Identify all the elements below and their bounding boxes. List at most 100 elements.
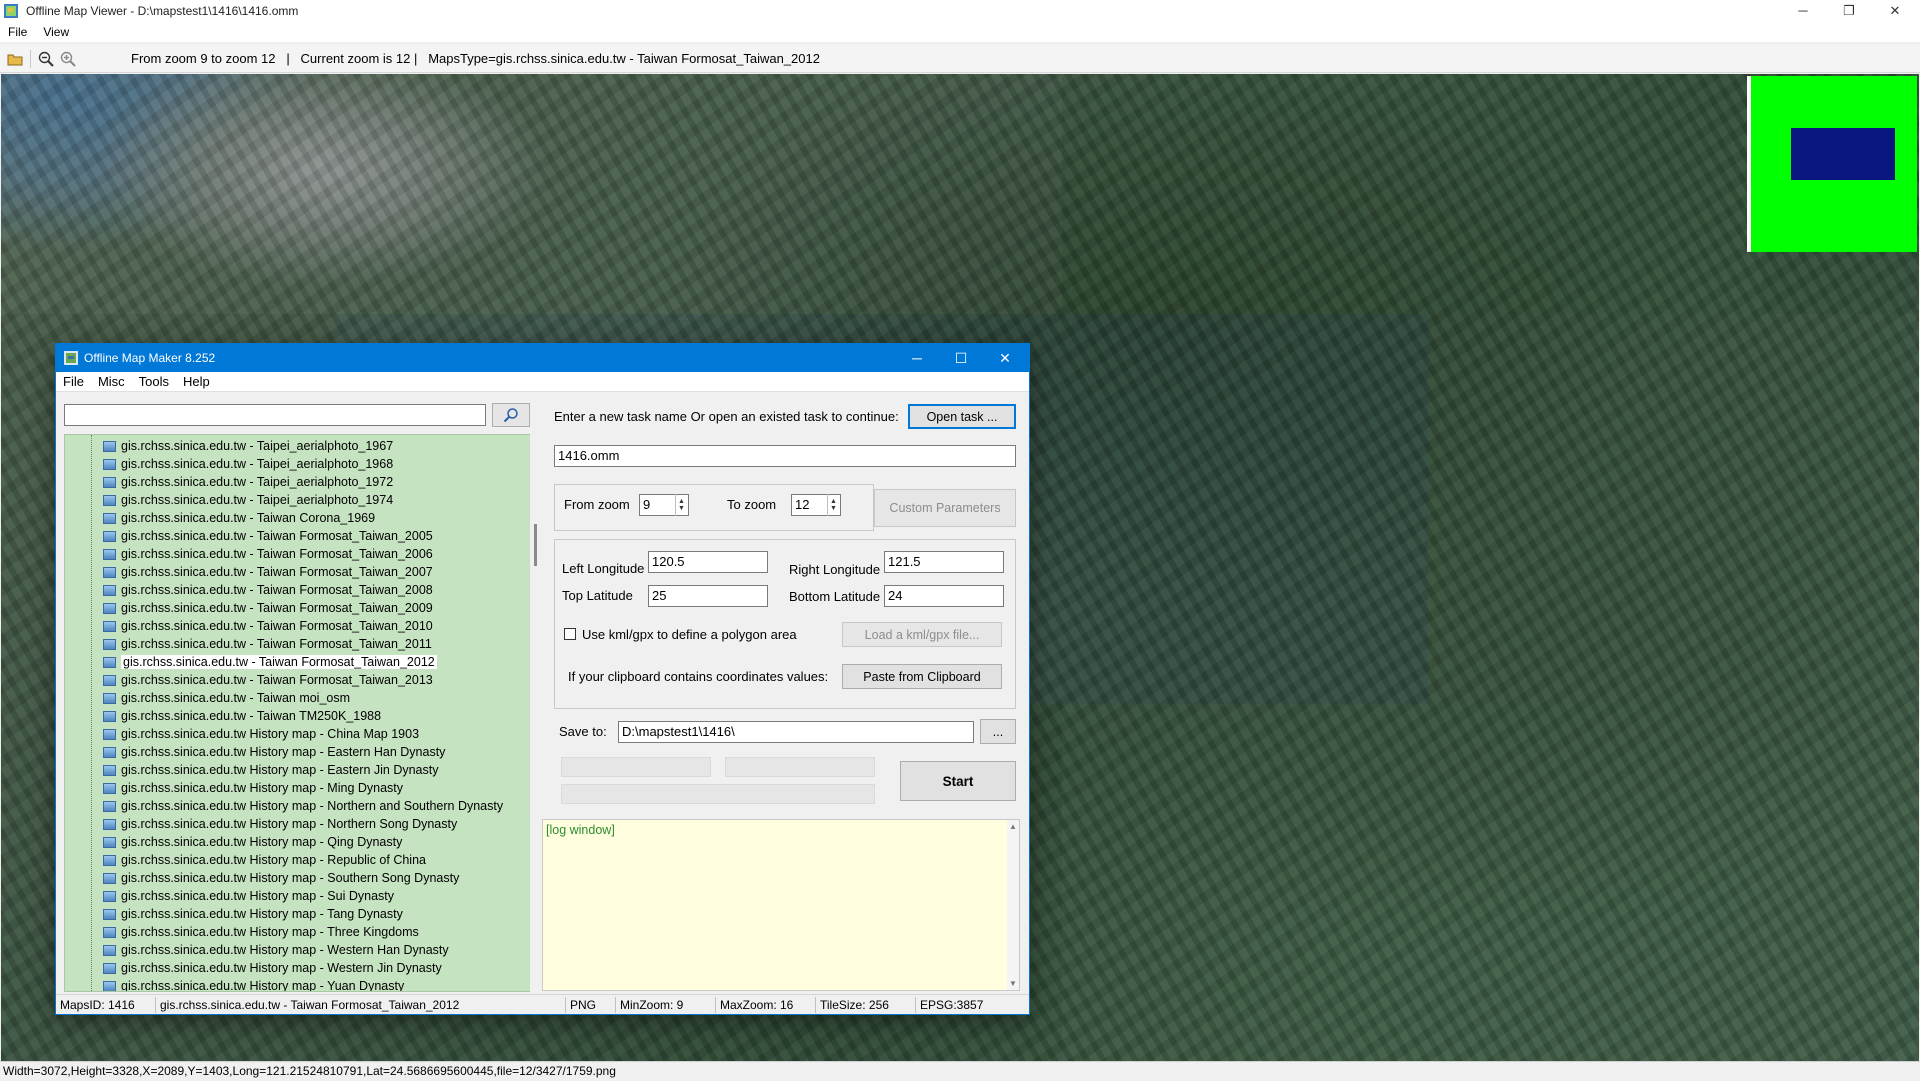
task-name-field[interactable]: 1416.omm [554,445,1016,467]
tree-item[interactable]: gis.rchss.sinica.edu.tw History map - Ea… [103,743,445,761]
restore-button[interactable]: ❐ [1826,0,1872,22]
left-longitude-field[interactable]: 120.5 [648,551,768,573]
left-longitude-label: Left Longitude [562,561,645,576]
tree-item[interactable]: gis.rchss.sinica.edu.tw - Taiwan Corona_… [103,509,375,527]
status-max-zoom: MaxZoom: 16 [716,996,816,1013]
right-longitude-field[interactable]: 121.5 [884,551,1004,573]
map-layer-icon [103,728,116,740]
map-layer-icon [103,962,116,974]
open-task-button[interactable]: Open task ... [908,404,1016,429]
map-search-input[interactable] [64,404,486,426]
start-button[interactable]: Start [900,761,1016,801]
map-layer-icon [103,458,116,470]
status-min-zoom: MinZoom: 9 [616,996,716,1013]
menu-file[interactable]: File [0,25,35,39]
zoom-out-icon[interactable] [35,48,57,70]
overall-progress-bar [561,784,875,804]
close-button[interactable]: ✕ [1872,0,1918,22]
tree-item[interactable]: gis.rchss.sinica.edu.tw History map - Yu… [103,977,405,992]
dialog-menu-file[interactable]: File [56,374,91,389]
tree-item[interactable]: gis.rchss.sinica.edu.tw History map - Re… [103,851,426,869]
tree-item[interactable]: gis.rchss.sinica.edu.tw History map - No… [103,797,503,815]
tree-item[interactable]: gis.rchss.sinica.edu.tw - Taiwan TM250K_… [103,707,381,725]
tree-item[interactable]: gis.rchss.sinica.edu.tw - Taiwan Formosa… [103,545,433,563]
tree-item[interactable]: gis.rchss.sinica.edu.tw - Taiwan Formosa… [103,527,433,545]
tree-item-label: gis.rchss.sinica.edu.tw - Taipei_aerialp… [121,439,394,453]
tree-scrollbar[interactable] [530,434,542,992]
overview-minimap[interactable] [1747,76,1917,252]
task-prompt-label: Enter a new task name Or open an existed… [554,409,899,424]
tree-item[interactable]: gis.rchss.sinica.edu.tw History map - Ta… [103,905,403,923]
viewer-window-title: Offline Map Viewer - D:\mapstest1\1416\1… [26,4,299,18]
kml-polygon-checkbox[interactable] [564,628,576,640]
dialog-minimize-button[interactable]: ─ [895,344,939,372]
tree-item[interactable]: gis.rchss.sinica.edu.tw - Taiwan Formosa… [103,581,433,599]
tree-item[interactable]: gis.rchss.sinica.edu.tw - Taipei_aerialp… [103,437,393,455]
tree-item[interactable]: gis.rchss.sinica.edu.tw - Taiwan Formosa… [103,599,433,617]
dialog-menu-tools[interactable]: Tools [132,374,176,389]
tree-item[interactable]: gis.rchss.sinica.edu.tw History map - So… [103,869,459,887]
tree-item-label: gis.rchss.sinica.edu.tw History map - We… [121,943,449,957]
to-zoom-spin-arrows[interactable]: ▲ ▼ [827,494,839,516]
dialog-close-button[interactable]: ✕ [983,344,1027,372]
browse-folder-button[interactable]: ... [980,719,1016,744]
search-button[interactable] [492,403,530,427]
dialog-menu-misc[interactable]: Misc [91,374,132,389]
bottom-latitude-field[interactable]: 24 [884,585,1004,607]
tree-item[interactable]: gis.rchss.sinica.edu.tw - Taipei_aerialp… [103,491,393,509]
tree-item-label: gis.rchss.sinica.edu.tw History map - Th… [121,925,419,939]
load-kml-button[interactable]: Load a kml/gpx file... [842,622,1002,647]
tree-item[interactable]: gis.rchss.sinica.edu.tw History map - Ch… [103,725,419,743]
tree-item[interactable]: gis.rchss.sinica.edu.tw History map - We… [103,941,449,959]
tree-item[interactable]: gis.rchss.sinica.edu.tw History map - Ea… [103,761,438,779]
bottom-latitude-label: Bottom Latitude [789,589,881,604]
map-layer-icon [103,638,116,650]
tree-item[interactable]: gis.rchss.sinica.edu.tw - Taiwan moi_osm [103,689,350,707]
open-folder-icon[interactable] [4,48,26,70]
top-latitude-field[interactable]: 25 [648,585,768,607]
map-layer-icon [103,710,116,722]
tree-item[interactable]: gis.rchss.sinica.edu.tw - Taiwan Formosa… [103,563,433,581]
tree-item[interactable]: gis.rchss.sinica.edu.tw History map - Th… [103,923,419,941]
tree-item[interactable]: gis.rchss.sinica.edu.tw History map - Su… [103,887,394,905]
zoom-in-icon[interactable] [57,48,79,70]
tree-item[interactable]: gis.rchss.sinica.edu.tw - Taipei_aerialp… [103,455,393,473]
dialog-statusbar: MapsID: 1416 gis.rchss.sinica.edu.tw - T… [56,994,1029,1014]
tree-item[interactable]: gis.rchss.sinica.edu.tw History map - Qi… [103,833,402,851]
tree-item[interactable]: gis.rchss.sinica.edu.tw History map - Mi… [103,779,403,797]
map-source-tree[interactable]: gis.rchss.sinica.edu.tw - Taipei_aerialp… [64,434,532,992]
dialog-title: Offline Map Maker 8.252 [84,351,216,365]
paste-clipboard-button[interactable]: Paste from Clipboard [842,664,1002,689]
zoom-progress-bar [725,757,875,777]
tree-item-label: gis.rchss.sinica.edu.tw - Taiwan Formosa… [121,565,433,579]
log-scrollbar[interactable]: ▲ ▼ [1007,820,1019,990]
tree-item[interactable]: gis.rchss.sinica.edu.tw History map - No… [103,815,457,833]
from-zoom-spin-arrows[interactable]: ▲ ▼ [675,494,687,516]
dialog-maximize-button[interactable]: ☐ [939,344,983,372]
status-tile-size: TileSize: 256 [816,996,916,1013]
map-layer-icon [103,800,116,812]
tree-item[interactable]: gis.rchss.sinica.edu.tw - Taipei_aerialp… [103,473,393,491]
save-path-field[interactable]: D:\mapstest1\1416\ [618,721,974,743]
tree-connector-line [91,435,92,991]
custom-parameters-button[interactable]: Custom Parameters [874,489,1016,527]
map-maker-dialog: Offline Map Maker 8.252 ─ ☐ ✕ File Misc … [55,343,1030,1015]
scroll-down-arrow-icon[interactable]: ▼ [1009,979,1017,988]
log-window[interactable]: [log window] ▲ ▼ [542,819,1020,991]
minimize-button[interactable]: ─ [1780,0,1826,22]
tree-scrollbar-thumb[interactable] [534,524,537,566]
map-layer-icon [103,854,116,866]
tree-item-label: gis.rchss.sinica.edu.tw History map - Mi… [121,781,404,795]
tree-item[interactable]: gis.rchss.sinica.edu.tw - Taiwan Formosa… [103,671,433,689]
menu-view[interactable]: View [35,25,77,39]
tree-item[interactable]: gis.rchss.sinica.edu.tw - Taiwan Formosa… [103,653,437,671]
minimap-viewport[interactable] [1791,128,1895,180]
map-layer-icon [103,692,116,704]
tree-item[interactable]: gis.rchss.sinica.edu.tw - Taiwan Formosa… [103,635,432,653]
dialog-menu-help[interactable]: Help [176,374,217,389]
scroll-up-arrow-icon[interactable]: ▲ [1009,822,1017,831]
tile-progress-bar [561,757,711,777]
tree-item-label: gis.rchss.sinica.edu.tw History map - Yu… [121,979,405,992]
tree-item[interactable]: gis.rchss.sinica.edu.tw - Taiwan Formosa… [103,617,433,635]
tree-item[interactable]: gis.rchss.sinica.edu.tw History map - We… [103,959,442,977]
